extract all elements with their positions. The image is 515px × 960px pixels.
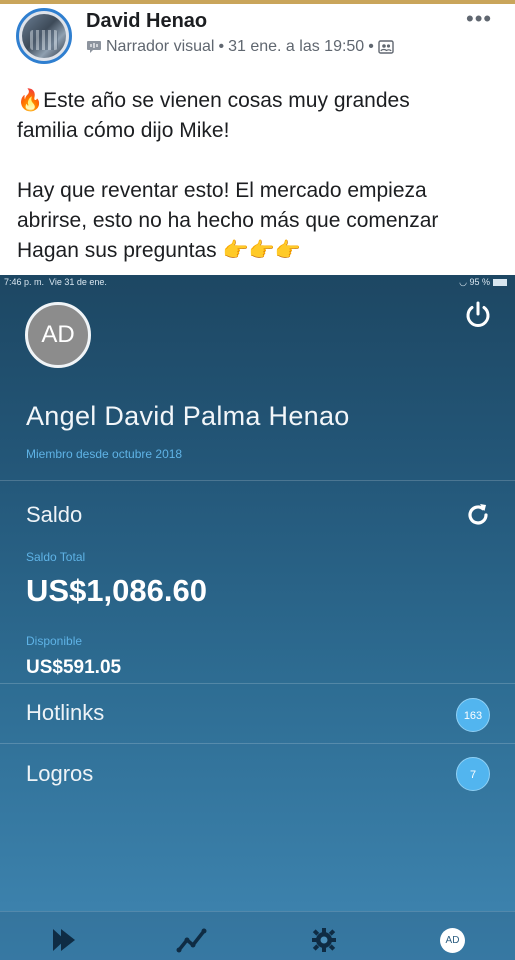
meta-separator-2: • [368, 38, 374, 55]
narrator-label: Narrador visual [106, 38, 215, 55]
post-date[interactable]: 31 ene. a las 19:50 [228, 38, 364, 56]
post-line-1: Este año se vienen cosas muy grandes [43, 89, 410, 112]
post-line-5: Hagan sus preguntas [17, 239, 217, 262]
account-avatar[interactable]: AD [25, 302, 91, 368]
hotlinks-count-badge: 163 [456, 698, 490, 732]
post-line-3: Hay que reventar esto! El mercado empiez… [17, 179, 427, 202]
fire-emoji: 🔥 [17, 89, 44, 112]
status-bar: 7:46 p. m. Vie 31 de ene. ◡ 95 % [0, 275, 515, 289]
saldo-heading: Saldo [26, 502, 83, 527]
divider [0, 480, 515, 481]
power-icon[interactable] [462, 299, 494, 331]
status-date: Vie 31 de ene. [49, 277, 107, 287]
logros-count-badge: 7 [456, 757, 490, 791]
profile-tab-avatar[interactable]: AD [440, 928, 465, 953]
pointing-emoji: 👉👉👉 [222, 239, 301, 262]
author-avatar[interactable] [16, 8, 72, 64]
divider [0, 683, 515, 684]
chart-line-icon[interactable] [176, 926, 208, 954]
refresh-icon[interactable] [462, 499, 494, 531]
battery-icon [493, 279, 507, 287]
speech-bubble-icon [87, 41, 101, 53]
divider [0, 743, 515, 744]
gear-icon[interactable] [308, 926, 340, 954]
total-balance-value: US$1,086.60 [26, 573, 207, 608]
available-label: Disponible [26, 634, 83, 648]
post-line-4: abrirse, esto no ha hecho más que comenz… [17, 209, 439, 232]
post-body: 🔥Este año se vienen cosas muy grandes fa… [17, 86, 507, 266]
logros-row[interactable]: Logros [26, 761, 93, 787]
author-name[interactable]: David Henao [86, 10, 207, 33]
bottom-tab-bar: AD [0, 911, 515, 960]
member-since: Miembro desde octubre 2018 [26, 447, 183, 461]
post-meta: Narrador visual • 31 ene. a las 19:50 • [86, 38, 394, 56]
available-value: US$591.05 [26, 657, 122, 678]
post-header: David Henao Narrador visual • 31 ene. a … [0, 4, 515, 70]
wifi-icon: ◡ [459, 277, 467, 287]
friends-audience-icon[interactable] [378, 40, 394, 54]
app-screenshot[interactable]: 7:46 p. m. Vie 31 de ene. ◡ 95 % AD Ange… [0, 275, 515, 960]
battery-text: 95 % [469, 277, 490, 287]
total-balance-label: Saldo Total [26, 550, 86, 564]
more-options-icon[interactable]: ••• [466, 8, 492, 30]
status-time: 7:46 p. m. [4, 277, 45, 287]
play-forward-icon[interactable] [50, 926, 82, 954]
meta-separator: • [218, 38, 225, 55]
account-name: Angel David Palma Henao [26, 401, 350, 431]
hotlinks-row[interactable]: Hotlinks [26, 700, 104, 726]
post-line-2: familia cómo dijo Mike! [17, 119, 230, 142]
